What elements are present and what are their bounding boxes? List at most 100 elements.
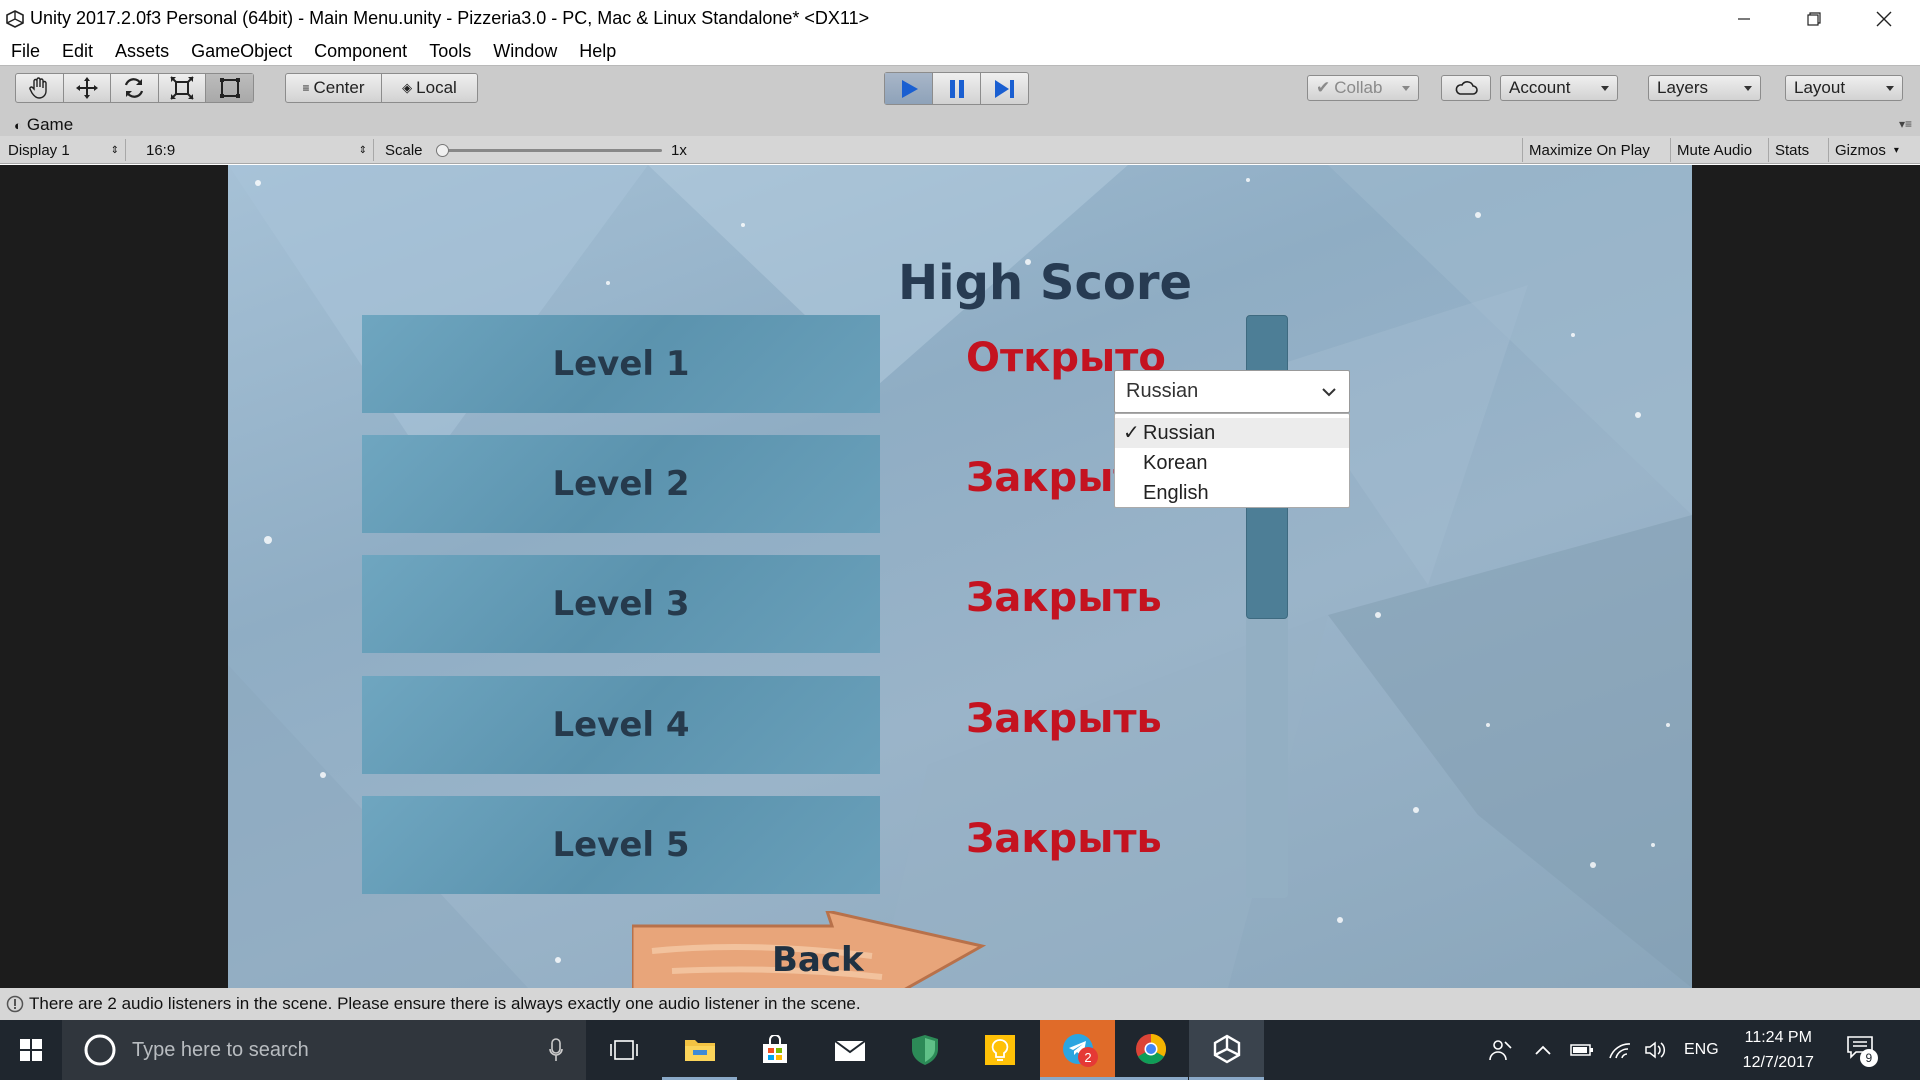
wifi-icon[interactable]	[1608, 1040, 1632, 1060]
minimize-button[interactable]	[1709, 0, 1779, 37]
rect-tool-button[interactable]	[206, 74, 253, 102]
taskbar-defender[interactable]	[887, 1020, 962, 1080]
account-label: Account	[1509, 78, 1571, 97]
clock-date: 12/7/2017	[1742, 1054, 1814, 1071]
clock-time: 11:24 PM	[1744, 1029, 1812, 1046]
language-option-english[interactable]: English	[1115, 478, 1349, 508]
menu-edit[interactable]: Edit	[62, 41, 93, 62]
taskbar-file-explorer[interactable]	[662, 1020, 737, 1080]
language-option-korean[interactable]: Korean	[1115, 448, 1349, 478]
menu-file[interactable]: File	[11, 41, 40, 62]
hand-tool-button[interactable]	[16, 74, 64, 102]
chevron-up-icon[interactable]	[1534, 1044, 1552, 1056]
task-view-button[interactable]	[586, 1020, 661, 1080]
input-language[interactable]: ENG	[1684, 1041, 1719, 1059]
menu-assets[interactable]: Assets	[115, 41, 169, 62]
chevron-down-icon	[1886, 86, 1894, 91]
menu-help[interactable]: Help	[579, 41, 616, 62]
layout-label: Layout	[1794, 78, 1846, 97]
clock[interactable]: 11:24 PM 12/7/2017	[1743, 1025, 1814, 1075]
rotate-icon	[125, 78, 144, 98]
close-button[interactable]	[1849, 0, 1919, 37]
pivot-center-label: Center	[313, 78, 365, 97]
layers-dropdown[interactable]: Layers	[1648, 75, 1761, 101]
taskbar-telegram[interactable]: 2	[1040, 1020, 1115, 1080]
menu-window[interactable]: Window	[493, 41, 557, 62]
play-button[interactable]	[885, 73, 934, 104]
chevron-down-icon: ▾	[1893, 144, 1899, 156]
taskbar-store[interactable]	[737, 1020, 812, 1080]
taskbar-unity[interactable]	[1189, 1020, 1264, 1080]
volume-icon[interactable]	[1644, 1040, 1666, 1060]
playmode-controls	[884, 72, 1029, 105]
display-select[interactable]: Display 1 ⇕	[8, 139, 126, 161]
mute-audio-toggle[interactable]: Mute Audio	[1670, 138, 1758, 162]
game-tab[interactable]: ◐ Game ▾≡	[0, 114, 1920, 136]
battery-icon[interactable]	[1570, 1043, 1594, 1057]
rotate-tool-button[interactable]	[111, 74, 159, 102]
updown-arrow-icon: ⇕	[358, 144, 367, 156]
level-1-button[interactable]: Level 1	[362, 315, 880, 413]
language-dropdown[interactable]: Russian	[1114, 370, 1350, 413]
level-3-button[interactable]: Level 3	[362, 555, 880, 653]
collab-label: Collab	[1334, 78, 1383, 97]
menu-tools[interactable]: Tools	[429, 41, 471, 62]
folder-icon	[684, 1039, 715, 1061]
unity-logo-icon	[4, 8, 26, 30]
level-1-label: Level 1	[552, 344, 690, 384]
gizmos-dropdown[interactable]: Gizmos ▾	[1828, 138, 1920, 162]
maximize-on-play-toggle[interactable]: Maximize On Play	[1522, 138, 1656, 162]
start-button[interactable]	[0, 1020, 62, 1080]
scale-tool-button[interactable]	[159, 74, 207, 102]
system-tray: ENG 11:24 PM 12/7/2017 9	[1488, 1020, 1878, 1080]
taskbar-mail[interactable]	[812, 1020, 887, 1080]
scale-slider-knob[interactable]	[436, 144, 449, 157]
pause-button[interactable]	[933, 73, 981, 104]
taskbar-chrome[interactable]	[1113, 1020, 1188, 1080]
aspect-select[interactable]: 16:9 ⇕	[138, 139, 374, 161]
transform-tools	[15, 73, 254, 103]
menu-gameobject[interactable]: GameObject	[191, 41, 292, 62]
level-4-label: Level 4	[552, 705, 690, 745]
microphone-icon[interactable]	[549, 1038, 563, 1062]
action-center-button[interactable]: 9	[1846, 1035, 1878, 1067]
menu-component[interactable]: Component	[314, 41, 407, 62]
step-button[interactable]	[981, 73, 1028, 104]
window-title: Unity 2017.2.0f3 Personal (64bit) - Main…	[30, 8, 870, 28]
taskbar-tips[interactable]	[962, 1020, 1037, 1080]
windows-logo-icon	[20, 1039, 42, 1061]
chevron-down-icon	[1744, 86, 1752, 91]
pivot-center-button[interactable]: ≡ Center	[286, 74, 382, 102]
notification-badge: 9	[1859, 1049, 1878, 1067]
level-5-button[interactable]: Level 5	[362, 796, 880, 894]
space-local-button[interactable]: ◈ Local	[382, 74, 477, 102]
level-3-status: Закрыть	[966, 575, 1162, 621]
stats-toggle[interactable]: Stats	[1768, 138, 1815, 162]
restore-button[interactable]	[1779, 0, 1849, 37]
move-tool-button[interactable]	[64, 74, 112, 102]
level-2-button[interactable]: Level 2	[362, 435, 880, 533]
layout-dropdown[interactable]: Layout	[1785, 75, 1903, 101]
store-icon	[762, 1035, 787, 1063]
language-option-label: English	[1143, 481, 1209, 504]
language-option-russian[interactable]: ✓ Russian	[1115, 418, 1349, 448]
taskbar-search-box[interactable]: Type here to search	[62, 1020, 586, 1080]
console-status-bar[interactable]: There are 2 audio listeners in the scene…	[0, 988, 1920, 1020]
game-canvas[interactable]: High Score Level 1 Level 2 Level 3 Level…	[228, 165, 1692, 988]
pause-icon	[949, 79, 964, 98]
collab-dropdown[interactable]: ✔ Collab	[1307, 75, 1419, 101]
cloud-button[interactable]	[1441, 75, 1491, 101]
mail-icon	[833, 1040, 866, 1061]
level-5-label: Level 5	[552, 825, 690, 865]
account-dropdown[interactable]: Account	[1500, 75, 1618, 101]
unity-icon	[1213, 1034, 1240, 1063]
panel-menu-icon[interactable]: ▾≡	[1899, 117, 1912, 131]
chevron-down-icon	[1601, 86, 1609, 91]
chevron-down-icon	[1402, 86, 1410, 91]
gizmos-label: Gizmos	[1835, 141, 1886, 159]
level-4-button[interactable]: Level 4	[362, 676, 880, 774]
scale-slider[interactable]	[436, 139, 662, 161]
language-dropdown-value: Russian	[1126, 380, 1199, 402]
people-icon[interactable]	[1488, 1038, 1514, 1062]
level-5-status: Закрыть	[966, 816, 1162, 862]
